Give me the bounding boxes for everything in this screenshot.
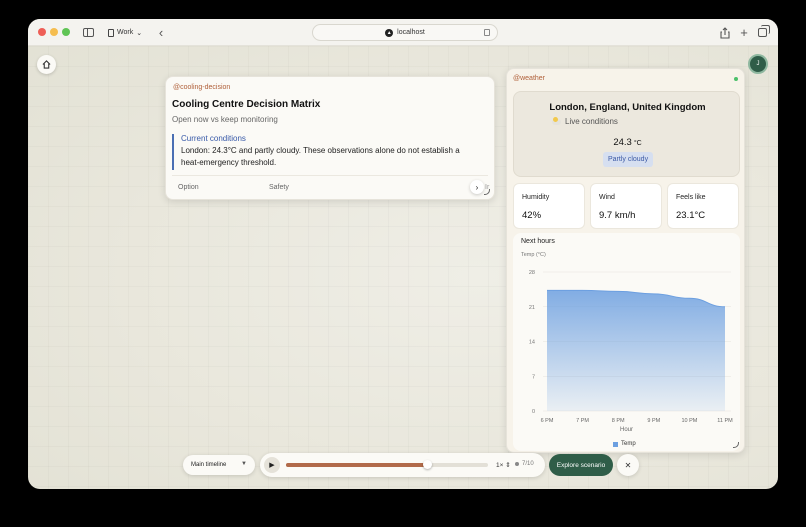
- play-icon: ▶: [269, 462, 275, 469]
- stat-label: Feels like: [676, 194, 706, 201]
- workspace-icon: [108, 28, 114, 37]
- forecast-chart-panel: Next hours Temp (°C) 0 7 14 21 28 6 PM 7 PM 8 P…: [513, 233, 740, 451]
- chart-title: Next hours: [521, 238, 555, 245]
- reader-icon[interactable]: [484, 29, 490, 36]
- scrubber-thumb[interactable]: [423, 460, 433, 469]
- column-header-option: Option: [178, 184, 199, 191]
- weather-summary: London, England, United Kingdom Live con…: [513, 91, 740, 177]
- stat-value: 23.1°C: [676, 210, 706, 221]
- x-tick-label: 7 PM: [576, 418, 589, 424]
- play-button[interactable]: ▶: [264, 457, 280, 473]
- workspace-label: Work: [117, 29, 134, 36]
- conditions-text: London: 24.3°C and partly cloudy. These …: [181, 146, 460, 167]
- y-tick-label: 21: [529, 305, 535, 311]
- url-text: localhost: [397, 29, 425, 36]
- temperature-unit: °C: [633, 140, 642, 147]
- resize-handle[interactable]: [484, 189, 490, 195]
- share-icon[interactable]: [719, 25, 731, 40]
- divider: [172, 175, 488, 176]
- location-title: London, England, United Kingdom: [549, 102, 706, 113]
- site-icon: ▲: [385, 28, 394, 37]
- y-tick-label: 7: [532, 374, 535, 380]
- legend-swatch: [613, 441, 618, 447]
- chevron-right-icon: ›: [475, 182, 479, 192]
- chart-legend: Temp: [613, 441, 636, 447]
- back-arrow-icon[interactable]: ‹: [155, 25, 167, 40]
- legend-label: Temp: [621, 441, 636, 447]
- browser-window: Work ⌄ ‹ ▲ localhost + J @cooling-decisi…: [28, 19, 778, 489]
- series-area-temp: [547, 290, 725, 411]
- column-header-safety: Safety: [269, 184, 289, 191]
- live-conditions: Live conditions: [552, 116, 618, 126]
- speed-value: 1×: [496, 462, 504, 469]
- step-counter: 7/10: [515, 461, 534, 467]
- live-status-dot: [734, 77, 738, 81]
- x-tick-label: 6 PM: [541, 418, 554, 424]
- y-tick-label: 0: [532, 409, 535, 415]
- step-value: 7/10: [522, 461, 534, 467]
- stat-wind: Wind 9.7 km/h: [590, 183, 662, 229]
- timeline-select-label: Main timeline: [191, 462, 227, 468]
- live-label: Live conditions: [565, 117, 618, 126]
- playback-speed[interactable]: 1× ⇕: [496, 461, 511, 469]
- minimize-window-button[interactable]: [50, 28, 58, 36]
- stepper-icon: ⇕: [505, 462, 511, 469]
- close-window-button[interactable]: [38, 28, 46, 36]
- new-tab-icon[interactable]: +: [738, 25, 750, 40]
- chart-x-axis-label: Hour: [619, 427, 633, 433]
- progress-fill: [286, 463, 428, 467]
- stat-feels-like: Feels like 23.1°C: [667, 183, 739, 229]
- sidebar-toggle-icon[interactable]: [81, 25, 95, 40]
- temperature-value: 24.3: [613, 137, 632, 148]
- title-bar: Work ⌄ ‹ ▲ localhost +: [28, 19, 778, 46]
- stat-value: 9.7 km/h: [599, 210, 636, 221]
- stat-value: 42%: [522, 210, 542, 221]
- chart-y-axis-label: Temp (°C): [521, 252, 546, 258]
- home-icon: [42, 60, 51, 69]
- step-dot-icon: [515, 462, 519, 466]
- zoom-window-button[interactable]: [62, 28, 70, 36]
- conditions-title: Current conditions: [181, 134, 246, 143]
- x-tick-label: 10 PM: [681, 418, 697, 424]
- stat-humidity: Humidity 42%: [513, 183, 585, 229]
- avatar[interactable]: J: [748, 54, 768, 74]
- forecast-chart: 0 7 14 21 28 6 PM 7 PM 8 PM 9 PM 10 PM 11 PM: [529, 270, 733, 424]
- card-tag: @weather: [513, 75, 546, 82]
- current-temperature: 24.3 °C: [514, 137, 741, 148]
- chevron-down-icon: ▼: [241, 461, 247, 467]
- chevron-down-icon: ⌄: [136, 29, 143, 37]
- timeline-player: ▶ 1× ⇕ 7/10: [260, 453, 545, 477]
- card-title: Cooling Centre Decision Matrix: [172, 99, 321, 110]
- explore-scenario-button[interactable]: Explore scenario: [549, 454, 613, 476]
- condition-badge: Partly cloudy: [603, 152, 654, 167]
- close-icon: ✕: [624, 460, 632, 470]
- stat-label: Humidity: [522, 194, 550, 201]
- home-button[interactable]: [37, 55, 56, 74]
- weather-card: @weather London, England, United Kingdom…: [506, 68, 745, 453]
- stat-label: Wind: [599, 194, 615, 201]
- tab-overview-icon[interactable]: [756, 25, 770, 40]
- x-tick-label: 8 PM: [612, 418, 625, 424]
- address-bar[interactable]: ▲ localhost: [312, 24, 498, 41]
- workspace-selector[interactable]: Work ⌄: [108, 25, 142, 40]
- partly-cloudy-icon: [552, 116, 561, 125]
- y-tick-label: 28: [529, 270, 535, 276]
- x-tick-label: 9 PM: [647, 418, 660, 424]
- scroll-right-button[interactable]: ›: [470, 180, 484, 194]
- conditions-callout: Current conditions London: 24.3°C and pa…: [172, 134, 472, 170]
- x-tick-label: 11 PM: [717, 418, 733, 424]
- timeline-scrubber[interactable]: [286, 460, 488, 469]
- close-button[interactable]: ✕: [617, 454, 639, 476]
- timeline-select[interactable]: Main timeline ▼: [183, 455, 255, 475]
- cooling-decision-card: @cooling-decision Cooling Centre Decisio…: [165, 76, 495, 200]
- card-subtitle: Open now vs keep monitoring: [172, 115, 278, 124]
- card-tag: @cooling-decision: [173, 84, 231, 91]
- y-tick-label: 14: [529, 340, 535, 346]
